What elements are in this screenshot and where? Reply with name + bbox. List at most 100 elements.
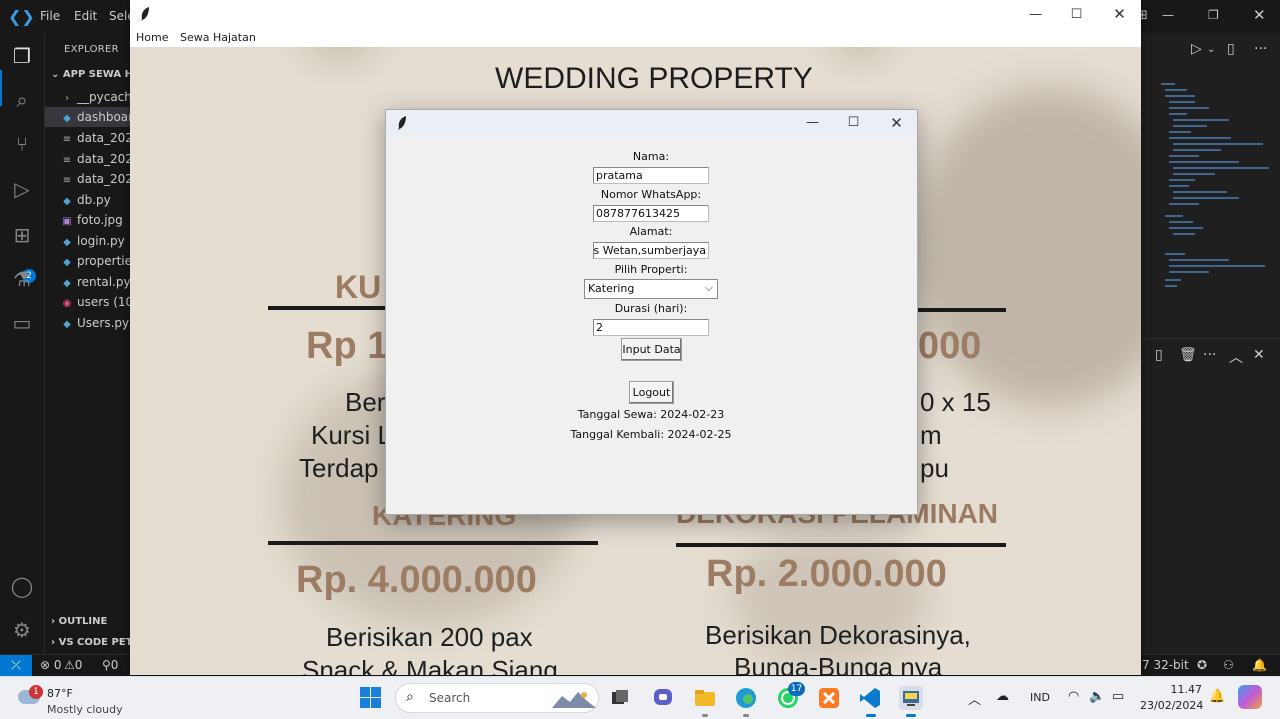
accounts-status-icon[interactable]: ⚇ bbox=[1223, 658, 1234, 672]
minimap[interactable] bbox=[1161, 83, 1271, 298]
python-interpreter[interactable]: 7 32-bit bbox=[1142, 658, 1189, 672]
search-icon[interactable]: ⌕ bbox=[10, 88, 34, 112]
file-item[interactable]: ▣ foto.jpg bbox=[45, 210, 130, 230]
text-file-icon: ≡ bbox=[62, 155, 72, 166]
xampp-icon[interactable] bbox=[817, 686, 841, 710]
vscode-pets-section[interactable]: › VS CODE PETS bbox=[51, 637, 130, 648]
weather-widget[interactable]: 1 87°F Mostly cloudy bbox=[16, 682, 136, 716]
volume-icon[interactable]: 🔈 bbox=[1089, 689, 1105, 704]
ports-value: 0 bbox=[110, 658, 119, 672]
split-editor-icon[interactable]: ▯ bbox=[1227, 41, 1235, 57]
menu-sewa-hajatan[interactable]: Sewa Hajatan bbox=[180, 31, 256, 44]
card4-rule bbox=[676, 543, 1006, 547]
file-name: rental.py bbox=[77, 275, 130, 289]
card2-desc-line3: pu bbox=[920, 453, 949, 483]
durasi-input[interactable]: 2 bbox=[593, 319, 709, 336]
file-item[interactable]: ◆ rental.py bbox=[45, 272, 130, 292]
wifi-icon[interactable]: ◠ bbox=[1068, 689, 1079, 704]
outline-section[interactable]: › OUTLINE bbox=[51, 616, 107, 627]
main-minimize-button[interactable]: — bbox=[1013, 0, 1058, 29]
errors-count[interactable]: ⊗ 0 bbox=[40, 658, 62, 672]
input-data-button[interactable]: Input Data bbox=[621, 338, 682, 361]
taskbar-search[interactable]: ⌕ Search bbox=[395, 683, 599, 713]
menu-home[interactable]: Home bbox=[136, 31, 168, 44]
file-item[interactable]: ◆ dashboard bbox=[45, 107, 130, 127]
main-close-button[interactable]: ✕ bbox=[1097, 0, 1141, 29]
run-debug-icon[interactable]: ▷ bbox=[10, 177, 34, 201]
copilot-taskbar-icon[interactable] bbox=[1238, 685, 1262, 709]
python-file-icon: ◆ bbox=[63, 196, 71, 207]
file-item[interactable]: ≡ data_2024 bbox=[45, 149, 130, 169]
teams-chat-icon[interactable] bbox=[651, 686, 675, 710]
vscode-taskbar-icon[interactable] bbox=[858, 686, 882, 710]
file-item[interactable]: ◆ login.py bbox=[45, 231, 130, 251]
project-folder[interactable]: ⌄ APP SEWA HA bbox=[51, 69, 130, 80]
task-view-icon[interactable] bbox=[608, 686, 632, 710]
properti-select[interactable]: Katering ⌵ bbox=[584, 279, 718, 299]
ports-count[interactable]: ⚲0 bbox=[102, 658, 118, 672]
nama-input[interactable]: pratama bbox=[593, 167, 709, 184]
file-item[interactable]: ≡ data_2024 bbox=[45, 169, 130, 189]
chevron-up-icon[interactable]: ︿ bbox=[968, 689, 981, 708]
vscode-minimize-button[interactable]: — bbox=[1162, 8, 1174, 22]
whatsapp-input[interactable]: 087877613425 bbox=[593, 205, 709, 222]
vscode-restore-button[interactable]: ❐ bbox=[1208, 8, 1219, 22]
logout-button[interactable]: Logout bbox=[629, 381, 674, 404]
panel-more-icon[interactable]: ··· bbox=[1203, 347, 1216, 363]
main-window-titlebar: — ☐ ✕ bbox=[130, 0, 1141, 29]
warnings-count[interactable]: ⚠0 bbox=[64, 658, 82, 672]
dialog-close-button[interactable]: ✕ bbox=[874, 110, 919, 136]
vscode-close-button[interactable]: ✕ bbox=[1253, 6, 1266, 24]
dialog-minimize-button[interactable]: — bbox=[790, 110, 835, 136]
close-panel-icon[interactable]: ✕ bbox=[1253, 347, 1265, 363]
dialog-maximize-button[interactable]: ☐ bbox=[831, 110, 876, 136]
feather-icon bbox=[141, 7, 149, 21]
edge-browser-icon[interactable] bbox=[734, 686, 758, 710]
main-maximize-button[interactable]: ☐ bbox=[1054, 0, 1099, 29]
chevron-down-icon[interactable]: ⌄ bbox=[1207, 44, 1215, 55]
remote-explorer-icon[interactable]: ▭ bbox=[10, 311, 34, 335]
notification-bell-icon[interactable]: 🔔 bbox=[1209, 689, 1225, 704]
card1-desc-line3: Terdap bbox=[299, 453, 379, 483]
menu-file[interactable]: File bbox=[40, 9, 60, 23]
explorer-header: EXPLORER bbox=[64, 44, 119, 55]
explorer-sidebar: EXPLORER ⌄ APP SEWA HA › __pycache ◆ dashb… bbox=[45, 33, 130, 654]
more-actions-icon[interactable]: ··· bbox=[1254, 41, 1267, 57]
leaf-shadow bbox=[300, 47, 380, 57]
search-icon: ⌕ bbox=[406, 689, 414, 705]
maximize-panel-icon[interactable]: ︿ bbox=[1229, 347, 1243, 367]
account-icon[interactable]: ◯ bbox=[10, 574, 34, 598]
testing-icon[interactable]: ⚗ bbox=[10, 267, 34, 291]
remote-indicator-icon[interactable]: ⤫ bbox=[0, 655, 32, 677]
explorer-icon[interactable]: ❐ bbox=[10, 44, 34, 68]
notifications-bell-icon[interactable]: 🔔 bbox=[1252, 658, 1267, 672]
python-tk-icon[interactable] bbox=[899, 686, 923, 710]
clock-time: 11.47 bbox=[1170, 683, 1203, 696]
file-item[interactable]: ◉ users (10) bbox=[45, 292, 130, 312]
app-menubar: Home Sewa Hajatan bbox=[130, 29, 1141, 47]
file-name: __pycache bbox=[77, 90, 130, 104]
activity-bar: ❐ ⌕ ⑂ ▷ ⊞ 2 ⚗ ▭ ◯ ⚙ bbox=[0, 33, 45, 654]
python-file-icon: ◆ bbox=[63, 319, 71, 330]
file-explorer-icon[interactable] bbox=[693, 686, 717, 710]
run-icon[interactable]: ▷ bbox=[1191, 41, 1202, 57]
file-item[interactable]: ◆ Users.py bbox=[45, 313, 130, 333]
trash-icon[interactable]: 🗑 bbox=[1179, 347, 1197, 363]
file-item[interactable]: ≡ data_2024 bbox=[45, 128, 130, 148]
menu-edit[interactable]: Edit bbox=[74, 9, 97, 23]
taskbar-clock[interactable]: 11.47 23/02/2024 bbox=[1140, 682, 1203, 714]
settings-gear-icon[interactable]: ⚙ bbox=[10, 618, 34, 642]
battery-icon[interactable]: ▭ bbox=[1112, 689, 1124, 704]
split-panel-icon[interactable]: ▯ bbox=[1155, 347, 1163, 363]
source-control-icon[interactable]: ⑂ bbox=[10, 132, 34, 156]
card3-rule bbox=[268, 541, 598, 545]
onedrive-icon[interactable]: ☁ bbox=[996, 689, 1009, 704]
file-item[interactable]: ◆ properties bbox=[45, 251, 130, 271]
file-item[interactable]: ◆ db.py bbox=[45, 190, 130, 210]
file-item[interactable]: › __pycache bbox=[45, 87, 130, 107]
windows-start-icon[interactable] bbox=[359, 686, 383, 710]
language-indicator[interactable]: IND bbox=[1030, 691, 1050, 704]
extensions-icon[interactable]: ⊞ bbox=[10, 223, 34, 247]
copilot-icon[interactable]: ✪ bbox=[1197, 658, 1207, 672]
alamat-input[interactable]: gas Wetan,sumberjaya bbox=[593, 242, 709, 259]
